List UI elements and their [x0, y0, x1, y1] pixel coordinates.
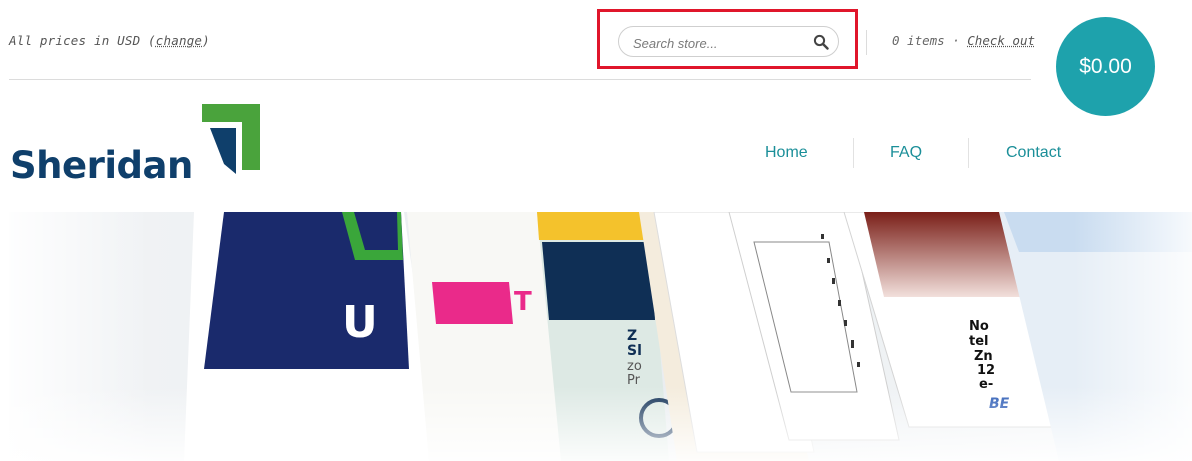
- cart-total: $0.00: [1079, 54, 1132, 78]
- divider: [866, 30, 867, 55]
- logo-mark-icon: [202, 104, 260, 174]
- search-highlight-box: [597, 9, 858, 69]
- nav-divider: [968, 138, 969, 168]
- cart-item-count: 0 items: [892, 33, 945, 48]
- cart-summary: 0 items · Check out: [892, 33, 1035, 48]
- currency-note-prefix: All prices in USD (: [9, 33, 156, 48]
- top-bar: All prices in USD (change) 0 items · Che…: [0, 0, 1192, 80]
- hero-image: U T Z Sl zo Pr No tel Zn 12 e- B: [9, 212, 1192, 461]
- currency-note-suffix: ): [202, 33, 210, 48]
- hero-banner: U T Z Sl zo Pr No tel Zn 12 e- B: [9, 212, 1192, 461]
- cart-separator: ·: [944, 33, 968, 48]
- nav-contact[interactable]: Contact: [1006, 144, 1061, 162]
- cart-total-button[interactable]: $0.00: [1056, 17, 1155, 116]
- main-nav: Home FAQ Contact: [0, 144, 1192, 164]
- top-divider: [9, 79, 1031, 80]
- change-currency-link[interactable]: change: [156, 33, 202, 48]
- nav-divider: [853, 138, 854, 168]
- nav-faq[interactable]: FAQ: [890, 144, 922, 162]
- currency-note: All prices in USD (change): [9, 33, 210, 48]
- nav-home[interactable]: Home: [765, 144, 808, 162]
- checkout-link[interactable]: Check out: [967, 33, 1035, 48]
